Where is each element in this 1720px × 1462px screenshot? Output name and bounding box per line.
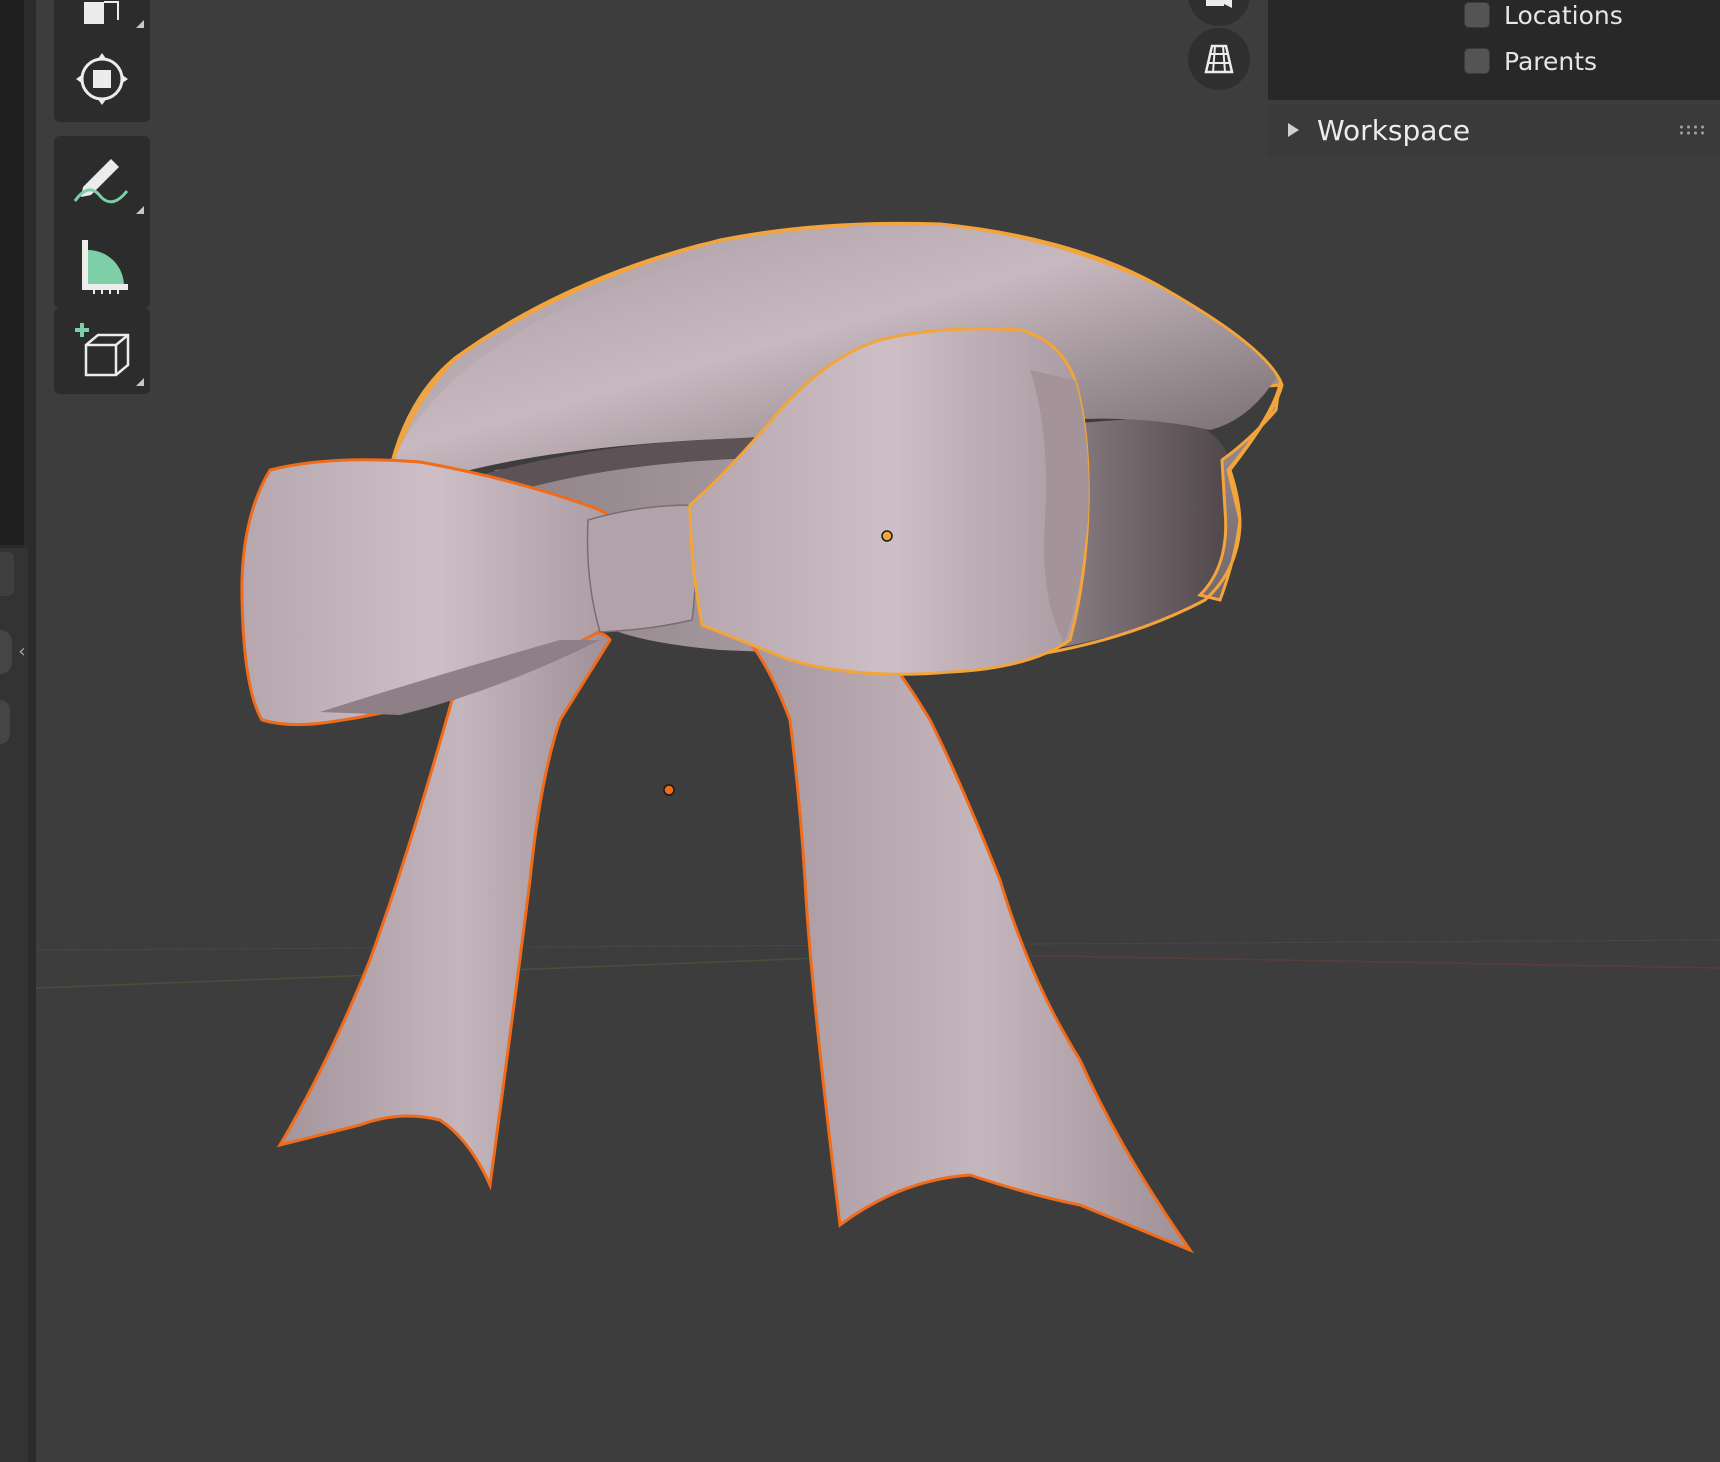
workspace-panel-header[interactable]: Workspace bbox=[1268, 104, 1720, 156]
parents-option[interactable]: Parents bbox=[1464, 41, 1597, 81]
toggle-ortho-button[interactable] bbox=[1188, 28, 1250, 90]
grid-icon bbox=[1204, 44, 1234, 74]
grid-line-red bbox=[999, 954, 1720, 969]
tool-add-cube[interactable] bbox=[54, 308, 150, 394]
transform-icon bbox=[76, 53, 128, 105]
tool-scale[interactable] bbox=[54, 0, 150, 36]
locations-checkbox[interactable] bbox=[1464, 2, 1490, 28]
left-editor-tab[interactable] bbox=[0, 552, 14, 596]
left-editor-bottom bbox=[0, 548, 28, 1462]
chevron-left-icon[interactable]: ‹ bbox=[14, 638, 30, 666]
add-cube-icon bbox=[75, 323, 130, 377]
disclosure-triangle-icon bbox=[1288, 123, 1299, 137]
parents-label: Parents bbox=[1504, 46, 1598, 76]
left-editor-handle[interactable] bbox=[0, 630, 12, 674]
locations-label: Locations bbox=[1504, 0, 1623, 30]
measure-icon bbox=[82, 240, 128, 294]
locations-option[interactable]: Locations bbox=[1464, 0, 1623, 35]
camera-icon bbox=[1206, 0, 1232, 8]
tool-annotate[interactable] bbox=[54, 136, 150, 222]
active-object-origin bbox=[881, 530, 893, 542]
left-editor-top bbox=[0, 0, 24, 545]
left-editor-edge: ‹ bbox=[0, 0, 36, 1462]
drag-grip-icon[interactable] bbox=[1678, 124, 1706, 136]
left-editor-handle-2[interactable] bbox=[0, 700, 10, 744]
toolbar-group-add bbox=[54, 308, 150, 394]
toolbar-group-transform bbox=[54, 0, 150, 122]
tool-transform[interactable] bbox=[54, 36, 150, 122]
bow-knot bbox=[586, 504, 697, 633]
ribbon-tail-right bbox=[724, 618, 1195, 1254]
tool-measure[interactable] bbox=[54, 222, 150, 308]
overlays-panel: Locations Parents bbox=[1268, 0, 1720, 100]
workspace-panel-title: Workspace bbox=[1317, 113, 1471, 147]
parents-checkbox[interactable] bbox=[1464, 48, 1490, 74]
toolbar-group-annotate bbox=[54, 136, 150, 308]
scale-icon bbox=[84, 1, 119, 24]
annotate-icon bbox=[73, 159, 129, 204]
selected-object-origin bbox=[663, 784, 675, 796]
viewport-canvas[interactable] bbox=[36, 0, 1720, 1462]
